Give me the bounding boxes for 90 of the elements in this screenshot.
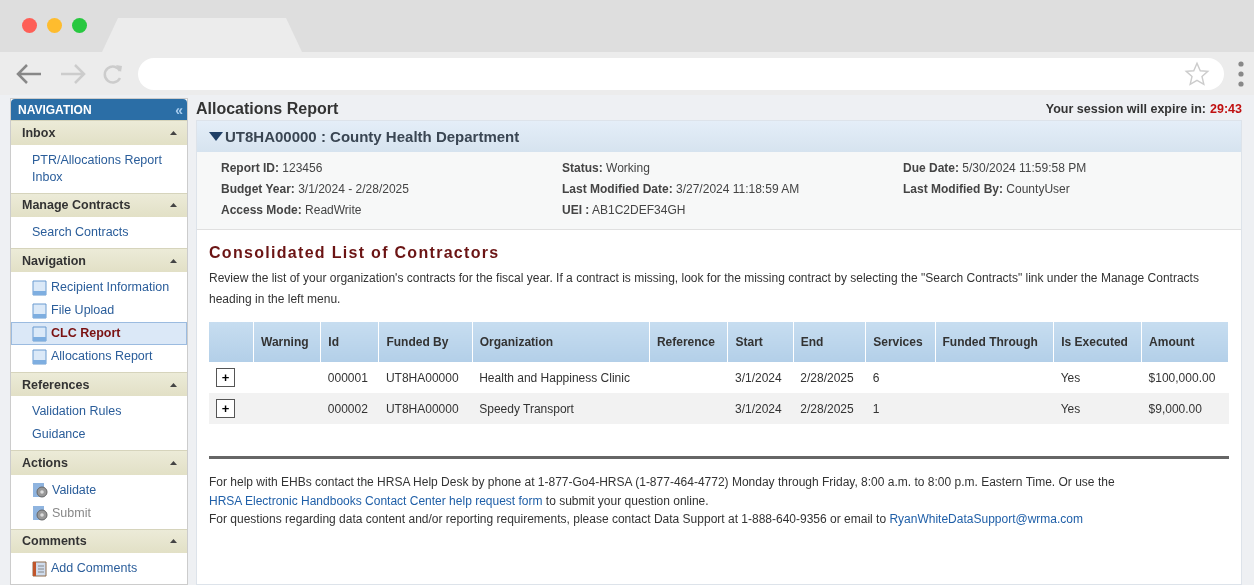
- nav-link[interactable]: Add Comments: [11, 557, 187, 581]
- section-header[interactable]: Comments: [11, 528, 187, 554]
- collapse-caret-icon[interactable]: [170, 461, 177, 466]
- intro-text: Review the list of your organization's contracts for the fiscal year. If a contract is missing, look for the missing contract by selecting the "Search Contracts" link under the Manage Contracts heading in the left menu.: [209, 270, 1200, 308]
- table-cell: Speedy Transport: [472, 393, 650, 424]
- column-header: Organization: [472, 322, 650, 362]
- nav-link[interactable]: Recipient Information: [11, 276, 187, 300]
- nav-link[interactable]: Validation Rules: [11, 400, 187, 424]
- expand-button[interactable]: +: [216, 399, 235, 418]
- panel-title: UT8HA00000 : County Health Department: [225, 128, 520, 145]
- section-title: Navigation: [22, 253, 86, 268]
- table-cell: $9,000.00: [1141, 393, 1229, 424]
- info-field: Report ID: 123456: [221, 161, 562, 175]
- column-header: End: [793, 322, 866, 362]
- notebook-icon: [32, 560, 47, 577]
- table-cell: $100,000.00: [1141, 362, 1229, 393]
- section-header[interactable]: References: [11, 372, 187, 397]
- nav-link[interactable]: File Upload: [11, 299, 187, 323]
- info-field: Status: Working: [562, 161, 903, 175]
- column-header: Services: [865, 322, 936, 362]
- document-icon: [32, 325, 47, 342]
- panel-header[interactable]: UT8HA00000 : County Health Department: [197, 121, 1241, 152]
- info-field: Last Modified Date: 3/27/2024 11:18:59 AM: [562, 182, 903, 196]
- column-header: Id: [320, 322, 379, 362]
- section-header[interactable]: Actions: [11, 450, 187, 475]
- info-field: Budget Year: 3/1/2024 - 2/28/2025: [221, 182, 562, 196]
- info-field: Access Mode: ReadWrite: [221, 203, 562, 217]
- nav-link[interactable]: Validate: [11, 478, 187, 502]
- section-title: Inbox: [22, 126, 56, 140]
- help-link[interactable]: HRSA Electronic Handbooks Contact Center help request form: [209, 493, 543, 508]
- table-cell: 6: [865, 362, 936, 393]
- table-cell: 2/28/2025: [793, 393, 866, 424]
- column-header: Amount: [1141, 322, 1229, 362]
- help-link[interactable]: RyanWhiteDataSupport@wrma.com: [889, 512, 1083, 526]
- table-cell: Yes: [1053, 362, 1142, 393]
- info-field: UEI : AB1C2DEF34GH: [562, 203, 903, 217]
- nav-link[interactable]: Search Contracts: [11, 220, 187, 244]
- section-title: Actions: [22, 456, 68, 471]
- nav-link[interactable]: PTR/Allocations Report Inbox: [11, 148, 187, 189]
- table-cell: Yes: [1053, 393, 1142, 424]
- collapse-caret-icon[interactable]: [170, 258, 177, 263]
- document-icon: [32, 279, 47, 296]
- table-cell: Health and Happiness Clinic: [472, 362, 650, 393]
- column-header: Start: [727, 322, 794, 362]
- nav-link[interactable]: Guidance: [11, 423, 187, 447]
- column-header: Is Executed: [1053, 322, 1142, 362]
- table-cell: UT8HA00000: [378, 362, 473, 393]
- table-cell: 000002: [320, 393, 379, 424]
- document-icon: [32, 348, 47, 365]
- column-header: Funded Through: [935, 322, 1054, 362]
- section-title: References: [22, 377, 90, 392]
- collapse-caret-icon[interactable]: [170, 131, 177, 135]
- section-header[interactable]: Manage Contracts: [11, 192, 187, 217]
- section-heading: Consolidated List of Contractors: [209, 244, 501, 262]
- expand-caret-icon[interactable]: [209, 132, 223, 141]
- table-cell: 000001: [320, 362, 379, 393]
- section-title: Manage Contracts: [22, 198, 131, 213]
- sidebar-title: NAVIGATION: [18, 102, 92, 117]
- help-text: For help with EHBs contact the HRSA Help Desk by phone at 1-877-Go4-HRSA (1-877-464-4772) Monday through Friday, 8:00 a.m. to 8:00 p.m. Eastern Time. Or use the HRSA Electronic Handbooks Contact Center help request form to submit your question online.: [209, 474, 1116, 510]
- page-title: Allocations Report: [196, 100, 339, 118]
- gear-icon: [32, 482, 48, 499]
- close-window-button[interactable]: [22, 18, 37, 33]
- session-label: Your session will expire in:: [1045, 102, 1206, 116]
- session-time: 29:43: [1210, 102, 1242, 116]
- table-cell: 3/1/2024: [727, 362, 794, 393]
- table-cell: UT8HA00000: [378, 393, 473, 424]
- table-cell: 2/28/2025: [793, 362, 866, 393]
- section-title: Comments: [22, 534, 87, 549]
- expand-button[interactable]: +: [216, 368, 235, 387]
- collapse-caret-icon[interactable]: [170, 539, 177, 544]
- gear-icon: [32, 505, 48, 522]
- collapse-caret-icon[interactable]: [170, 382, 177, 387]
- section-header[interactable]: Navigation: [11, 247, 187, 273]
- info-field: Last Modified By: CountyUser: [903, 182, 1217, 196]
- maximize-window-button[interactable]: [72, 18, 87, 33]
- column-header: Funded By: [378, 322, 473, 362]
- table-cell: 3/1/2024: [727, 393, 794, 424]
- help-text: For questions regarding data content and/or reporting requirements, please contact Data Support at 1-888-640-9356 or email to RyanWhiteDataSupport@wrma.com: [209, 511, 1084, 528]
- collapse-caret-icon[interactable]: [170, 203, 177, 208]
- menu-icon[interactable]: [1238, 59, 1244, 88]
- table-cell: 1: [865, 393, 936, 424]
- document-icon: [32, 302, 47, 319]
- column-header: Warning: [253, 322, 321, 362]
- nav-link[interactable]: CLC Report: [11, 322, 187, 346]
- section-header[interactable]: Inbox: [11, 120, 187, 145]
- column-header: Reference: [649, 322, 728, 362]
- back-icon[interactable]: [14, 61, 44, 86]
- nav-link[interactable]: Allocations Report: [11, 345, 187, 369]
- info-field: Due Date: 5/30/2024 11:59:58 PM: [903, 161, 1217, 175]
- star-icon[interactable]: [1184, 60, 1210, 87]
